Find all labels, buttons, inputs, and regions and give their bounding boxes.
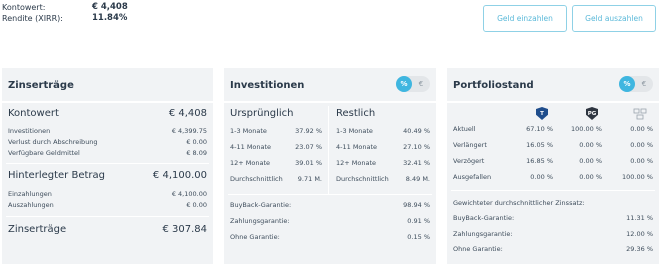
guarantee-label: Zahlungsgarantie: — [230, 217, 290, 225]
percent-option[interactable]: % — [396, 76, 412, 92]
col1-row-label: 12+ Monate — [230, 159, 271, 167]
col1-row-value: 37.92 % — [295, 127, 322, 135]
pg-shield-icon: PG — [586, 107, 598, 120]
status-value-t: 67.10 % — [526, 125, 553, 133]
rendite-label: Rendite (XIRR): — [2, 14, 63, 23]
divider — [451, 190, 655, 191]
investitionen-value: € 4,399.75 — [171, 127, 207, 135]
divider — [228, 194, 432, 195]
status-value-t: 0.00 % — [530, 173, 553, 181]
unit-toggle[interactable]: % € — [396, 76, 430, 92]
ertraege-value: € 307.84 — [162, 224, 207, 235]
t-shield-icon: T — [536, 107, 548, 120]
weighted-label: BuyBack-Garantie: — [453, 214, 515, 222]
rendite-value: 11.84% — [92, 13, 128, 23]
col2-row-value: 27.10 % — [403, 143, 430, 151]
col2-row-value: 32.41 % — [403, 159, 430, 167]
verlust-value: € 0.00 — [186, 138, 207, 146]
status-label: Verzögert — [453, 157, 485, 165]
status-value-pg: 0.00 % — [579, 157, 602, 165]
col1-row-label: Durchschnittlich — [230, 175, 283, 183]
column-divider — [328, 106, 329, 194]
col1-row-value: 23.07 % — [295, 143, 322, 151]
weighted-label: Ohne Garantie: — [453, 245, 503, 253]
divider — [447, 101, 659, 103]
col1-row-value: 39.01 % — [295, 159, 322, 167]
withdraw-button[interactable]: Geld auszahlen — [572, 5, 656, 32]
status-value-none: 0.00 % — [630, 141, 653, 149]
restlich-title: Restlich — [336, 108, 376, 119]
status-value-pg: 0.00 % — [579, 141, 602, 149]
guarantee-label: Ohne Garantie: — [230, 233, 280, 241]
col2-row-value: 8.49 M. — [405, 175, 430, 183]
unit-toggle[interactable]: % € — [619, 76, 653, 92]
col1-row-value: 9.71 M. — [297, 175, 322, 183]
status-value-pg: 100.00 % — [571, 125, 602, 133]
col2-row-label: 4-11 Monate — [336, 143, 378, 151]
auszahlungen-value: € 0.00 — [186, 201, 207, 209]
guarantee-value: 0.91 % — [407, 217, 430, 225]
portfoliostand-panel: Portfoliostand % € T PG Aktuell 67.10 % … — [447, 68, 659, 264]
guarantee-value: 98.94 % — [403, 201, 430, 209]
percent-option[interactable]: % — [619, 76, 635, 92]
euro-option[interactable]: € — [638, 76, 650, 92]
status-value-none: 0.00 % — [630, 125, 653, 133]
col2-row-label: Durchschnittlich — [336, 175, 389, 183]
kontowert-value: € 4,408 — [168, 108, 207, 119]
no-guarantee-icon — [633, 108, 647, 120]
divider — [6, 216, 209, 217]
urspruenglich-title: Ursprünglich — [230, 108, 294, 119]
panel-title: Zinserträge — [8, 80, 74, 91]
col1-row-label: 4-11 Monate — [230, 143, 272, 151]
status-value-t: 16.05 % — [526, 141, 553, 149]
weighted-value: 29.36 % — [626, 245, 653, 253]
panel-title: Investitionen — [230, 80, 305, 91]
account-summary: Kontowert: € 4,408 Rendite (XIRR): 11.84… — [2, 2, 128, 24]
kontowert-label: Kontowert — [8, 108, 59, 119]
zinsertraege-panel: Zinserträge Kontowert € 4,408 Investitio… — [2, 68, 213, 264]
status-label: Ausgefallen — [453, 173, 492, 181]
panel-title: Portfoliostand — [453, 80, 534, 91]
status-label: Verlängert — [453, 141, 487, 149]
col2-row-value: 40.49 % — [403, 127, 430, 135]
auszahlungen-label: Auszahlungen — [8, 201, 54, 209]
geldmittel-value: € 8.09 — [186, 149, 207, 157]
euro-option[interactable]: € — [415, 76, 427, 92]
verlust-label: Verlust durch Abschreibung — [8, 138, 98, 146]
weighted-label: Zahlungsgarantie: — [453, 230, 513, 238]
status-value-none: 0.00 % — [630, 157, 653, 165]
hinterlegt-value: € 4,100.00 — [152, 170, 207, 181]
einzahlungen-label: Einzahlungen — [8, 190, 52, 198]
status-value-t: 16.85 % — [526, 157, 553, 165]
col2-row-label: 1-3 Monate — [336, 127, 373, 135]
weighted-value: 12.00 % — [626, 230, 653, 238]
weighted-value: 11.31 % — [626, 214, 653, 222]
kontowert-value: € 4,408 — [92, 2, 128, 12]
geldmittel-label: Verfügbare Geldmittel — [8, 149, 80, 157]
kontowert-label: Kontowert: — [2, 3, 46, 12]
col2-row-label: 12+ Monate — [336, 159, 377, 167]
guarantee-value: 0.15 % — [407, 233, 430, 241]
divider — [2, 101, 213, 103]
einzahlungen-value: € 4,100.00 — [171, 190, 207, 198]
investitionen-panel: Investitionen % € Ursprünglich Restlich … — [224, 68, 436, 264]
deposit-button[interactable]: Geld einzahlen — [483, 5, 567, 32]
hinterlegt-label: Hinterlegter Betrag — [8, 170, 105, 181]
col1-row-label: 1-3 Monate — [230, 127, 267, 135]
status-value-none: 100.00 % — [622, 173, 653, 181]
investitionen-label: Investitionen — [8, 127, 51, 135]
guarantee-label: BuyBack-Garantie: — [230, 201, 292, 209]
weighted-title: Gewichteter durchschnittlicher Zinssatz: — [453, 199, 585, 207]
divider — [6, 163, 209, 164]
status-value-pg: 0.00 % — [579, 173, 602, 181]
status-label: Aktuell — [453, 125, 476, 133]
divider — [224, 101, 436, 103]
ertraege-label: Zinserträge — [8, 224, 67, 235]
